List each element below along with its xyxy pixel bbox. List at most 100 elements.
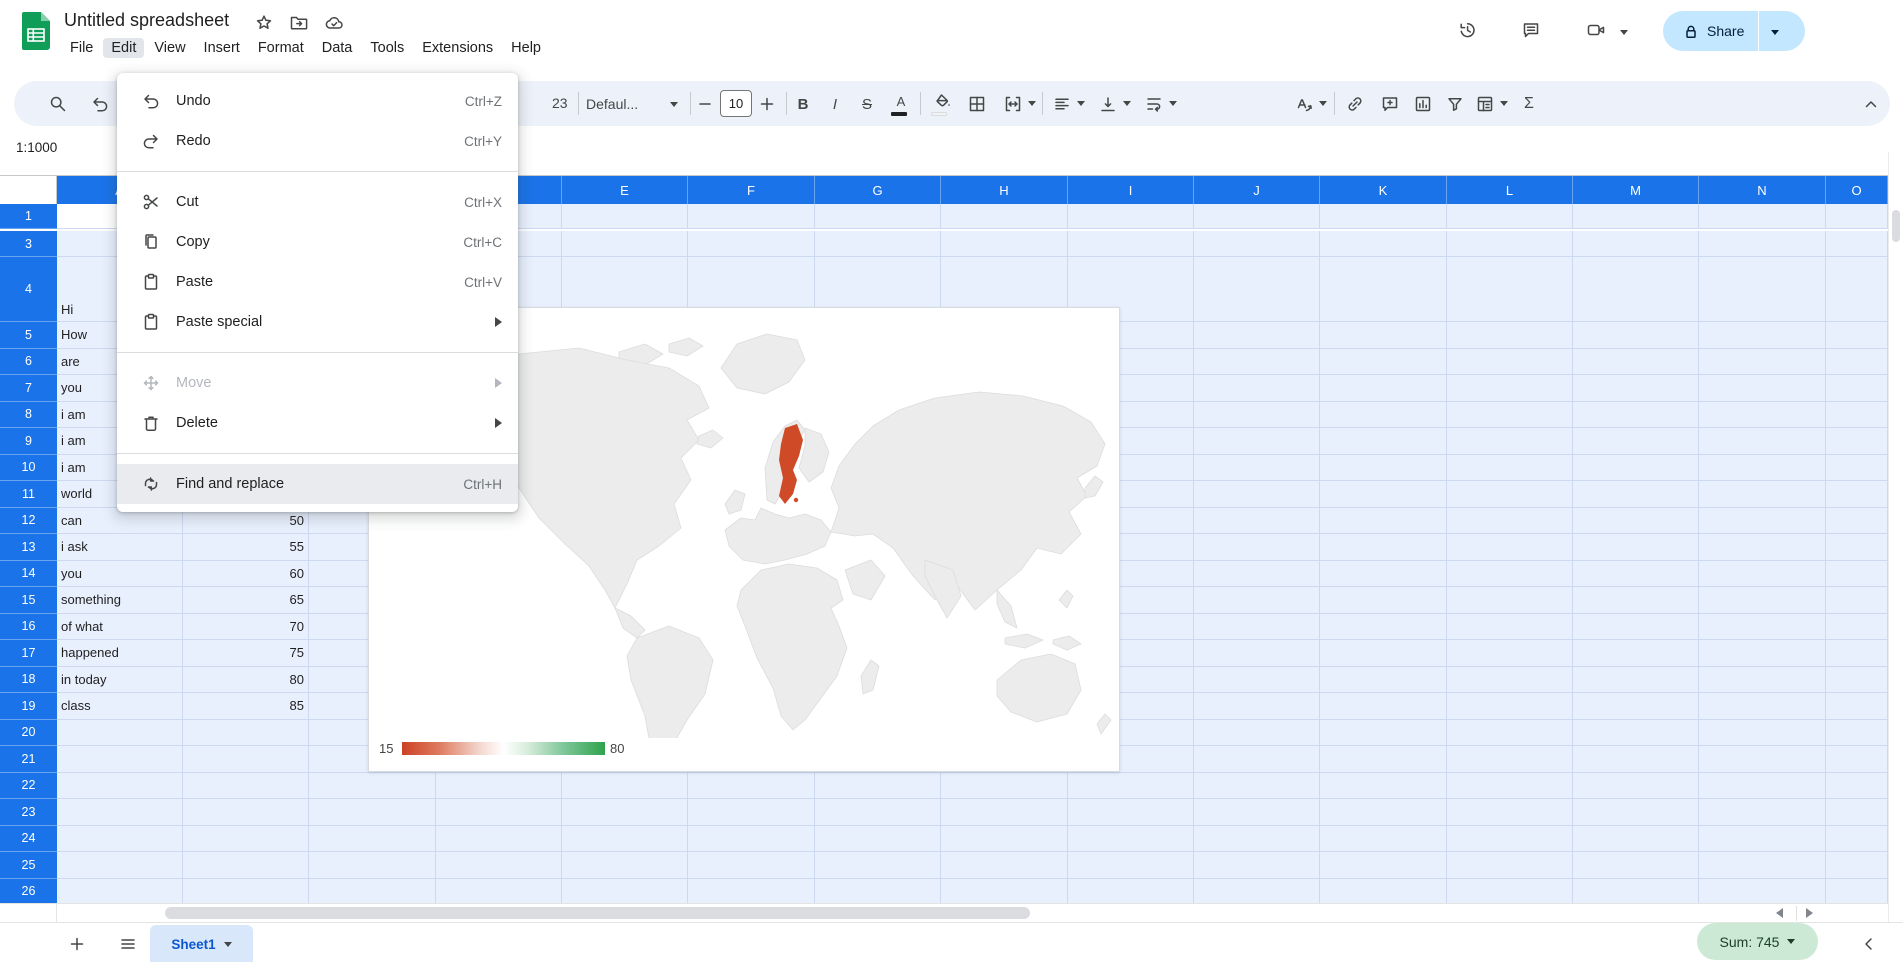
cell-B24[interactable] bbox=[183, 825, 309, 852]
row-header-11[interactable]: 11 bbox=[0, 481, 57, 508]
cell-E26[interactable] bbox=[562, 878, 688, 903]
menu-edit[interactable]: Edit bbox=[103, 38, 145, 58]
cell-D26[interactable] bbox=[436, 878, 562, 903]
number-format-button[interactable]: 23 bbox=[552, 95, 568, 111]
text-wrap-button[interactable] bbox=[1139, 89, 1169, 119]
menu-insert[interactable]: Insert bbox=[196, 38, 248, 58]
cell-N4[interactable] bbox=[1699, 257, 1826, 322]
cell-O7[interactable] bbox=[1826, 375, 1888, 402]
cell-L24[interactable] bbox=[1447, 825, 1573, 852]
cell-K18[interactable] bbox=[1320, 666, 1447, 693]
cell-L23[interactable] bbox=[1447, 799, 1573, 826]
cell-N23[interactable] bbox=[1699, 799, 1826, 826]
cell-G24[interactable] bbox=[815, 825, 941, 852]
cell-O22[interactable] bbox=[1826, 772, 1888, 799]
cell-E3[interactable] bbox=[562, 231, 688, 257]
cell-L19[interactable] bbox=[1447, 693, 1573, 720]
column-header-J[interactable]: J bbox=[1194, 176, 1320, 205]
cell-M25[interactable] bbox=[1573, 852, 1699, 879]
cell-L21[interactable] bbox=[1447, 746, 1573, 773]
row-header-10[interactable]: 10 bbox=[0, 454, 57, 481]
cell-H24[interactable] bbox=[941, 825, 1068, 852]
cell-C25[interactable] bbox=[309, 852, 436, 879]
cell-K14[interactable] bbox=[1320, 560, 1447, 587]
cell-C22[interactable] bbox=[309, 772, 436, 799]
row-header-22[interactable]: 22 bbox=[0, 772, 57, 799]
cell-M14[interactable] bbox=[1573, 560, 1699, 587]
merge-cells-caret-icon[interactable] bbox=[1028, 101, 1036, 106]
cell-O11[interactable] bbox=[1826, 481, 1888, 508]
row-header-18[interactable]: 18 bbox=[0, 666, 57, 693]
cell-L6[interactable] bbox=[1447, 348, 1573, 375]
cell-O10[interactable] bbox=[1826, 454, 1888, 481]
cell-K6[interactable] bbox=[1320, 348, 1447, 375]
cell-J19[interactable] bbox=[1194, 693, 1320, 720]
cell-J20[interactable] bbox=[1194, 719, 1320, 746]
cell-M1[interactable] bbox=[1573, 204, 1699, 229]
fill-color-button[interactable] bbox=[926, 89, 956, 119]
cell-N11[interactable] bbox=[1699, 481, 1826, 508]
cell-B20[interactable] bbox=[183, 719, 309, 746]
cell-M3[interactable] bbox=[1573, 231, 1699, 257]
cell-G3[interactable] bbox=[815, 231, 941, 257]
cell-L18[interactable] bbox=[1447, 666, 1573, 693]
row-header-4[interactable]: 4 bbox=[0, 257, 57, 322]
row-header-12[interactable]: 12 bbox=[0, 507, 57, 534]
cell-A13[interactable]: i ask bbox=[57, 534, 183, 561]
cell-O8[interactable] bbox=[1826, 401, 1888, 428]
row-header-19[interactable]: 19 bbox=[0, 693, 57, 720]
cell-J13[interactable] bbox=[1194, 534, 1320, 561]
insert-link-button[interactable] bbox=[1340, 89, 1370, 119]
column-header-L[interactable]: L bbox=[1447, 176, 1573, 205]
add-sheet-button[interactable] bbox=[64, 931, 90, 957]
cell-M8[interactable] bbox=[1573, 401, 1699, 428]
row-header-1[interactable]: 1 bbox=[0, 204, 57, 229]
cloud-status-icon[interactable] bbox=[324, 13, 344, 33]
row-header-24[interactable]: 24 bbox=[0, 825, 57, 852]
cell-M11[interactable] bbox=[1573, 481, 1699, 508]
menu-file[interactable]: File bbox=[62, 38, 101, 58]
sum-pill[interactable]: Sum: 745 bbox=[1697, 923, 1818, 960]
merge-cells-button[interactable] bbox=[998, 89, 1028, 119]
cell-E24[interactable] bbox=[562, 825, 688, 852]
column-header-K[interactable]: K bbox=[1320, 176, 1447, 205]
cell-I22[interactable] bbox=[1068, 772, 1194, 799]
version-history-icon[interactable] bbox=[1457, 20, 1479, 42]
cell-J24[interactable] bbox=[1194, 825, 1320, 852]
cell-M23[interactable] bbox=[1573, 799, 1699, 826]
cell-K26[interactable] bbox=[1320, 878, 1447, 903]
text-wrap-caret-icon[interactable] bbox=[1169, 101, 1177, 106]
row-header-14[interactable]: 14 bbox=[0, 560, 57, 587]
menu-item-undo[interactable]: Undo Ctrl+Z bbox=[117, 81, 518, 121]
all-sheets-button[interactable] bbox=[115, 931, 141, 957]
cell-A22[interactable] bbox=[57, 772, 183, 799]
cell-L12[interactable] bbox=[1447, 507, 1573, 534]
cell-H3[interactable] bbox=[941, 231, 1068, 257]
cell-I26[interactable] bbox=[1068, 878, 1194, 903]
cell-O4[interactable] bbox=[1826, 257, 1888, 322]
cell-M16[interactable] bbox=[1573, 613, 1699, 640]
cell-L13[interactable] bbox=[1447, 534, 1573, 561]
cell-N19[interactable] bbox=[1699, 693, 1826, 720]
cell-M15[interactable] bbox=[1573, 587, 1699, 614]
cell-K24[interactable] bbox=[1320, 825, 1447, 852]
share-caret[interactable] bbox=[1759, 22, 1791, 40]
cell-K12[interactable] bbox=[1320, 507, 1447, 534]
cell-K4[interactable] bbox=[1320, 257, 1447, 322]
cell-M26[interactable] bbox=[1573, 878, 1699, 903]
avatar[interactable]: N bbox=[1858, 13, 1894, 49]
cell-O15[interactable] bbox=[1826, 587, 1888, 614]
cell-K7[interactable] bbox=[1320, 375, 1447, 402]
cell-M12[interactable] bbox=[1573, 507, 1699, 534]
cell-F24[interactable] bbox=[688, 825, 815, 852]
cell-E1[interactable] bbox=[562, 204, 688, 229]
cell-J23[interactable] bbox=[1194, 799, 1320, 826]
cell-L7[interactable] bbox=[1447, 375, 1573, 402]
row-header-7[interactable]: 7 bbox=[0, 375, 57, 402]
cell-M4[interactable] bbox=[1573, 257, 1699, 322]
sheet-tab-active[interactable]: Sheet1 bbox=[150, 925, 253, 962]
cell-J18[interactable] bbox=[1194, 666, 1320, 693]
cell-K15[interactable] bbox=[1320, 587, 1447, 614]
font-family-select[interactable]: Defaul... bbox=[586, 91, 678, 117]
cell-A23[interactable] bbox=[57, 799, 183, 826]
